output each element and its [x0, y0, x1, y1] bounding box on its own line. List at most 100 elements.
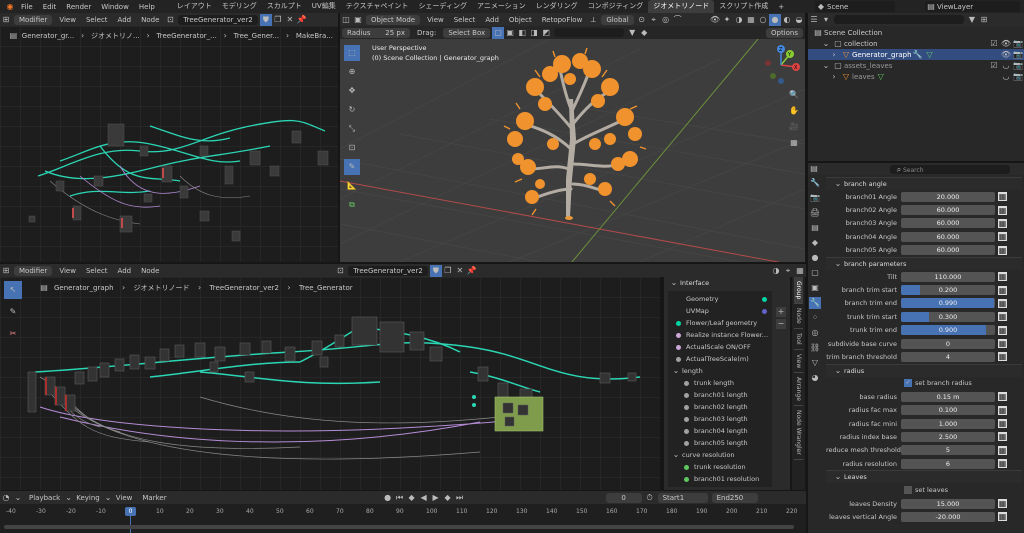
checkbox-checked-icon[interactable]: ✓ [904, 379, 912, 388]
camera-icon[interactable]: 📷 [1012, 38, 1024, 49]
snap-icon[interactable]: ⌖ [648, 14, 660, 26]
keyframe-icon[interactable]: ▦ [998, 445, 1007, 455]
section-header[interactable]: ⌄ branch parameters [826, 256, 1022, 270]
menu-select[interactable]: Select [449, 16, 481, 24]
socket-item[interactable]: Flower/Leaf geometry [668, 317, 772, 329]
pin-icon[interactable]: 📌 [296, 14, 308, 26]
transform-orientation-dropdown[interactable]: Global [601, 14, 634, 25]
tab-view[interactable]: View [794, 350, 803, 373]
menu-node[interactable]: Node [136, 267, 164, 275]
workspace-tab-active[interactable]: ジオメトリノード [648, 0, 715, 13]
property-field[interactable]: 60.000 [901, 218, 995, 229]
unlink-icon[interactable]: ✕ [454, 265, 466, 277]
property-field[interactable]: 60.000 [901, 205, 995, 216]
menu-select[interactable]: Select [81, 16, 113, 24]
timeline-scrollbar[interactable] [4, 525, 794, 529]
keyframe-icon[interactable]: ▦ [998, 298, 1007, 308]
chevron-down-icon[interactable]: ⌄ [820, 38, 832, 49]
perspective-toggle-icon[interactable]: ▦ [788, 137, 800, 149]
fake-user-icon[interactable]: ⛊ [429, 264, 442, 277]
property-field[interactable]: 60.000 [901, 231, 995, 242]
filter-icon[interactable]: ▼ [966, 14, 978, 26]
property-slider[interactable]: 0.200 [901, 285, 995, 296]
falloff-icon[interactable]: ⌒ [672, 14, 684, 26]
menu-add[interactable]: Add [113, 267, 137, 275]
node-tree-selector[interactable]: TreeGenerator_ver2 [178, 14, 258, 25]
interface-header[interactable]: ⌄ Interface [664, 277, 790, 289]
editor-type-icon[interactable]: ⊞ [0, 265, 12, 277]
workspace-tab[interactable]: シェーディング [413, 0, 472, 13]
fake-user-icon[interactable]: ⛊ [259, 13, 272, 26]
select-box-tool-icon[interactable]: ⬚ [344, 45, 360, 61]
property-field[interactable]: 110.000 [901, 271, 995, 282]
panel-group[interactable]: ⌄ curve resolution [668, 449, 772, 461]
transform-tool-icon[interactable]: ⊡ [344, 140, 360, 156]
menu-select[interactable]: Select [81, 267, 113, 275]
property-field[interactable]: 5 [901, 445, 995, 456]
keyframe-icon[interactable]: ▦ [998, 312, 1007, 322]
scene-selector[interactable]: ◆ Scene [815, 1, 895, 12]
viewport-canvas[interactable]: User Perspective (0) Scene Collection | … [340, 39, 805, 262]
select-mode-subtract-icon[interactable]: ◧ [516, 27, 528, 39]
property-field[interactable]: 0 [901, 338, 995, 349]
keyframe-icon[interactable]: ▦ [998, 218, 1007, 228]
navigation-gizmo[interactable]: X Y Z [760, 44, 802, 86]
workspace-tab[interactable]: コンポジティング [583, 0, 649, 13]
physics-tab-icon[interactable]: ◎ [809, 327, 821, 339]
timeline[interactable]: ◔ ⌄ Playback ⌄ Keying ⌄ View Marker ● ⏮ … [0, 491, 806, 533]
add-socket-icon[interactable]: + [776, 307, 786, 317]
property-field[interactable]: 20.000 [901, 191, 995, 202]
shading-solid-icon[interactable]: ● [769, 13, 781, 26]
keyframe-icon[interactable]: ▦ [998, 499, 1007, 508]
camera-view-icon[interactable]: 🎥 [788, 121, 800, 133]
overlay-icon[interactable]: ◑ [733, 14, 745, 26]
properties-search-input[interactable]: ⌕ Search [890, 164, 1010, 174]
menu-view[interactable]: View [54, 16, 81, 24]
backdrop-icon[interactable]: ▦ [794, 265, 806, 277]
display-mode-icon[interactable]: ▾ [820, 14, 832, 26]
tab-node[interactable]: Node [794, 304, 803, 329]
socket-item[interactable]: branch04 length [668, 425, 772, 437]
socket-item[interactable]: branch03 length [668, 413, 772, 425]
editor-type-icon[interactable]: ◫ [340, 14, 352, 26]
new-collection-icon[interactable]: ⊞ [978, 14, 990, 26]
add-workspace-button[interactable]: + [773, 3, 789, 11]
menu-window[interactable]: Window [96, 3, 134, 11]
snap-icon[interactable]: ⌖ [782, 265, 794, 277]
tab-arrange[interactable]: Arrange [794, 373, 803, 406]
workspace-tab[interactable]: モデリング [217, 0, 262, 13]
cursor-tool-icon[interactable]: ⊕ [344, 64, 360, 80]
output-tab-icon[interactable]: 🖨 [809, 207, 821, 219]
keyframe-icon[interactable]: ▦ [998, 459, 1007, 469]
keyframe-icon[interactable]: ▦ [998, 419, 1007, 429]
shading-rendered-icon[interactable]: ◒ [793, 14, 805, 26]
options-dropdown[interactable]: Options [765, 27, 803, 38]
chevron-down-icon[interactable]: ⌄ [12, 492, 24, 504]
menu-view[interactable]: View [111, 494, 138, 502]
camera-icon[interactable]: 📷 [1012, 71, 1024, 82]
select-mode-extend-icon[interactable]: ▣ [504, 27, 516, 39]
eye-closed-icon[interactable]: ◡ [1000, 71, 1012, 82]
property-field[interactable]: 15.000 [901, 498, 995, 509]
socket-item[interactable]: trunk resolution [668, 461, 772, 473]
tab-tool[interactable]: Tool [794, 329, 803, 350]
camera-icon[interactable]: 📷 [1012, 60, 1024, 71]
keyframe-icon[interactable]: ▦ [998, 205, 1007, 215]
render-tab-icon[interactable]: 📷 [809, 192, 821, 204]
eye-closed-icon[interactable]: ◡ [1000, 60, 1012, 71]
property-slider[interactable]: 0.900 [901, 325, 995, 336]
keyframe-icon[interactable]: ▦ [998, 325, 1007, 335]
menu-keying[interactable]: Keying [71, 494, 105, 502]
checkbox-unchecked-icon[interactable] [904, 486, 912, 495]
add-cube-tool-icon[interactable]: ⧉ [344, 197, 360, 213]
filter-icon[interactable]: ▼ [626, 27, 638, 39]
chevron-down-icon[interactable]: ⌄ [820, 60, 832, 71]
socket-item[interactable]: ActualTreeScale(m) [668, 353, 772, 365]
radius-field[interactable]: Radius 25 px [342, 27, 410, 38]
pivot-icon[interactable]: ⊙ [636, 14, 648, 26]
viewlayer-selector[interactable]: ▤ ViewLayer [925, 1, 1020, 12]
measure-tool-icon[interactable]: 📐 [344, 178, 360, 194]
eye-icon[interactable]: 👁 [1000, 49, 1012, 60]
camera-icon[interactable]: 📷 [1012, 49, 1024, 60]
shading-material-icon[interactable]: ◐ [781, 14, 793, 26]
